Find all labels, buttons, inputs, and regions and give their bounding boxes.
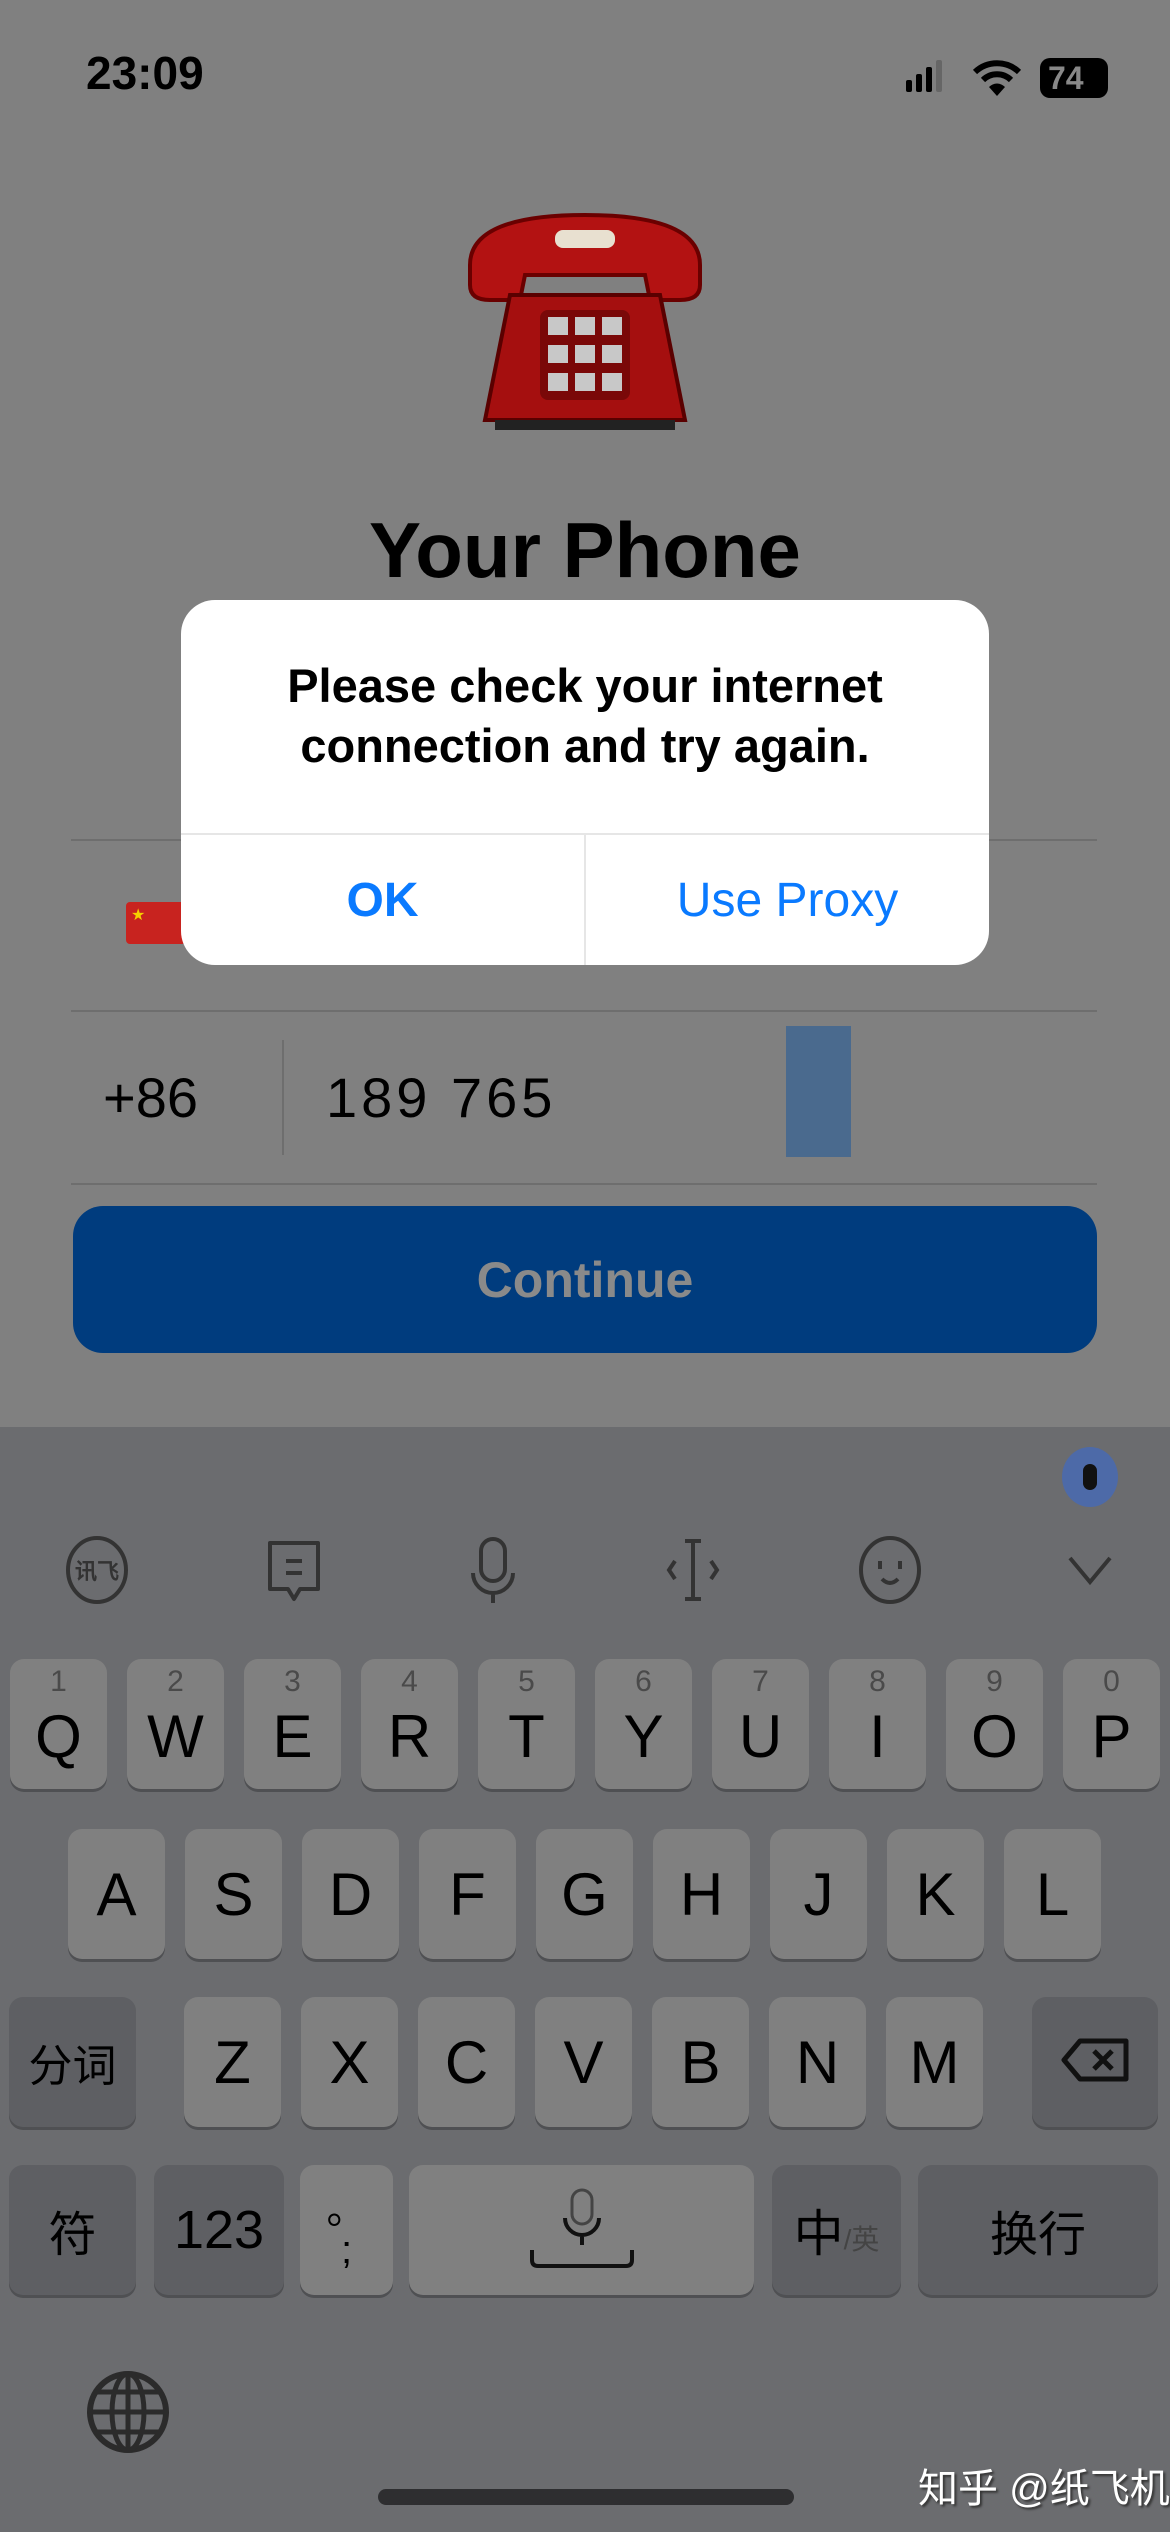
key-x[interactable]: X bbox=[301, 1997, 398, 2127]
key-label: E bbox=[272, 1702, 313, 1770]
ifly-icon[interactable]: 讯飞 bbox=[62, 1535, 132, 1605]
ok-button[interactable]: OK bbox=[181, 835, 584, 965]
key-label: Y bbox=[623, 1702, 664, 1770]
space-voice-icon bbox=[529, 2188, 634, 2268]
divider bbox=[71, 1183, 1097, 1185]
key-number-hint: 2 bbox=[167, 1665, 184, 1698]
battery-level: 74 bbox=[1048, 59, 1084, 96]
key-h[interactable]: H bbox=[653, 1829, 750, 1959]
key-label: P bbox=[1091, 1702, 1132, 1770]
key-s[interactable]: S bbox=[185, 1829, 282, 1959]
country-code-field[interactable]: +86 bbox=[103, 1065, 198, 1130]
text-selection-highlight bbox=[786, 1026, 851, 1157]
country-flag-china[interactable]: ★ bbox=[126, 902, 186, 944]
emoji-icon[interactable] bbox=[855, 1535, 925, 1605]
lang-main-label: 中 bbox=[793, 2206, 844, 2262]
status-time: 23:09 bbox=[86, 47, 204, 99]
key-o[interactable]: 9O bbox=[946, 1659, 1043, 1789]
home-indicator bbox=[378, 2489, 794, 2505]
battery-indicator: 74 bbox=[1040, 58, 1108, 98]
page-title: Your Phone bbox=[369, 506, 801, 594]
key-n[interactable]: N bbox=[769, 1997, 866, 2127]
key-number-hint: 4 bbox=[401, 1665, 418, 1698]
key-a[interactable]: A bbox=[68, 1829, 165, 1959]
key-r[interactable]: 4R bbox=[361, 1659, 458, 1789]
key-number-hint: 5 bbox=[518, 1665, 535, 1698]
punctuation-key[interactable]: 。 ; bbox=[300, 2165, 393, 2295]
key-number-hint: 7 bbox=[752, 1665, 769, 1698]
key-label: I bbox=[869, 1702, 886, 1770]
svg-text:讯飞: 讯飞 bbox=[75, 1559, 119, 1584]
divider bbox=[71, 1010, 1097, 1012]
key-t[interactable]: 5T bbox=[478, 1659, 575, 1789]
continue-button[interactable]: Continue bbox=[73, 1206, 1097, 1353]
delete-key[interactable] bbox=[1032, 1997, 1158, 2127]
key-q[interactable]: 1Q bbox=[10, 1659, 107, 1789]
key-label: Q bbox=[35, 1702, 82, 1770]
key-z[interactable]: Z bbox=[184, 1997, 281, 2127]
key-number-hint: 0 bbox=[1103, 1665, 1120, 1698]
return-key[interactable]: 换行 bbox=[918, 2165, 1158, 2295]
telephone-icon bbox=[460, 205, 710, 440]
key-b[interactable]: B bbox=[652, 1997, 749, 2127]
key-label: T bbox=[508, 1702, 545, 1770]
phone-number-input[interactable]: 189 765 bbox=[326, 1065, 556, 1130]
key-v[interactable]: V bbox=[535, 1997, 632, 2127]
key-g[interactable]: G bbox=[536, 1829, 633, 1959]
alert-dialog: Please check your internet connection an… bbox=[181, 600, 989, 965]
key-number-hint: 8 bbox=[869, 1665, 886, 1698]
key-m[interactable]: M bbox=[886, 1997, 983, 2127]
key-label: R bbox=[387, 1702, 432, 1770]
watermark: 知乎 @纸飞机 bbox=[918, 2467, 1170, 2511]
signal-icon bbox=[906, 60, 946, 92]
key-label: O bbox=[971, 1702, 1018, 1770]
use-proxy-button[interactable]: Use Proxy bbox=[586, 835, 989, 965]
chat-bubble-icon[interactable] bbox=[259, 1535, 329, 1605]
assistant-mascot-icon[interactable] bbox=[1062, 1447, 1118, 1507]
key-label: U bbox=[738, 1702, 783, 1770]
space-key[interactable] bbox=[409, 2165, 754, 2295]
wifi-icon bbox=[972, 58, 1022, 103]
key-e[interactable]: 3E bbox=[244, 1659, 341, 1789]
numbers-key[interactable]: 123 bbox=[154, 2165, 284, 2295]
field-divider bbox=[282, 1040, 284, 1155]
collapse-keyboard-icon[interactable] bbox=[1055, 1535, 1125, 1605]
key-y[interactable]: 6Y bbox=[595, 1659, 692, 1789]
key-k[interactable]: K bbox=[887, 1829, 984, 1959]
key-f[interactable]: F bbox=[419, 1829, 516, 1959]
globe-icon[interactable] bbox=[86, 2370, 170, 2459]
backspace-icon bbox=[1060, 2028, 1130, 2097]
language-toggle-key[interactable]: 中/英 bbox=[772, 2165, 901, 2295]
keyboard bbox=[0, 1427, 1170, 2532]
key-i[interactable]: 8I bbox=[829, 1659, 926, 1789]
key-j[interactable]: J bbox=[770, 1829, 867, 1959]
key-number-hint: 3 bbox=[284, 1665, 301, 1698]
key-l[interactable]: L bbox=[1004, 1829, 1101, 1959]
lang-sub-label: /英 bbox=[843, 2224, 880, 2255]
segment-key[interactable]: 分词 bbox=[9, 1997, 136, 2127]
key-u[interactable]: 7U bbox=[712, 1659, 809, 1789]
key-w[interactable]: 2W bbox=[127, 1659, 224, 1789]
key-c[interactable]: C bbox=[418, 1997, 515, 2127]
alert-message: Please check your internet connection an… bbox=[287, 659, 883, 772]
key-d[interactable]: D bbox=[302, 1829, 399, 1959]
key-number-hint: 6 bbox=[635, 1665, 652, 1698]
key-number-hint: 9 bbox=[986, 1665, 1003, 1698]
cursor-move-icon[interactable] bbox=[658, 1535, 728, 1605]
key-number-hint: 1 bbox=[50, 1665, 67, 1698]
symbols-key[interactable]: 符 bbox=[9, 2165, 136, 2295]
key-label: W bbox=[147, 1702, 204, 1770]
key-p[interactable]: 0P bbox=[1063, 1659, 1160, 1789]
microphone-icon[interactable] bbox=[458, 1535, 528, 1605]
